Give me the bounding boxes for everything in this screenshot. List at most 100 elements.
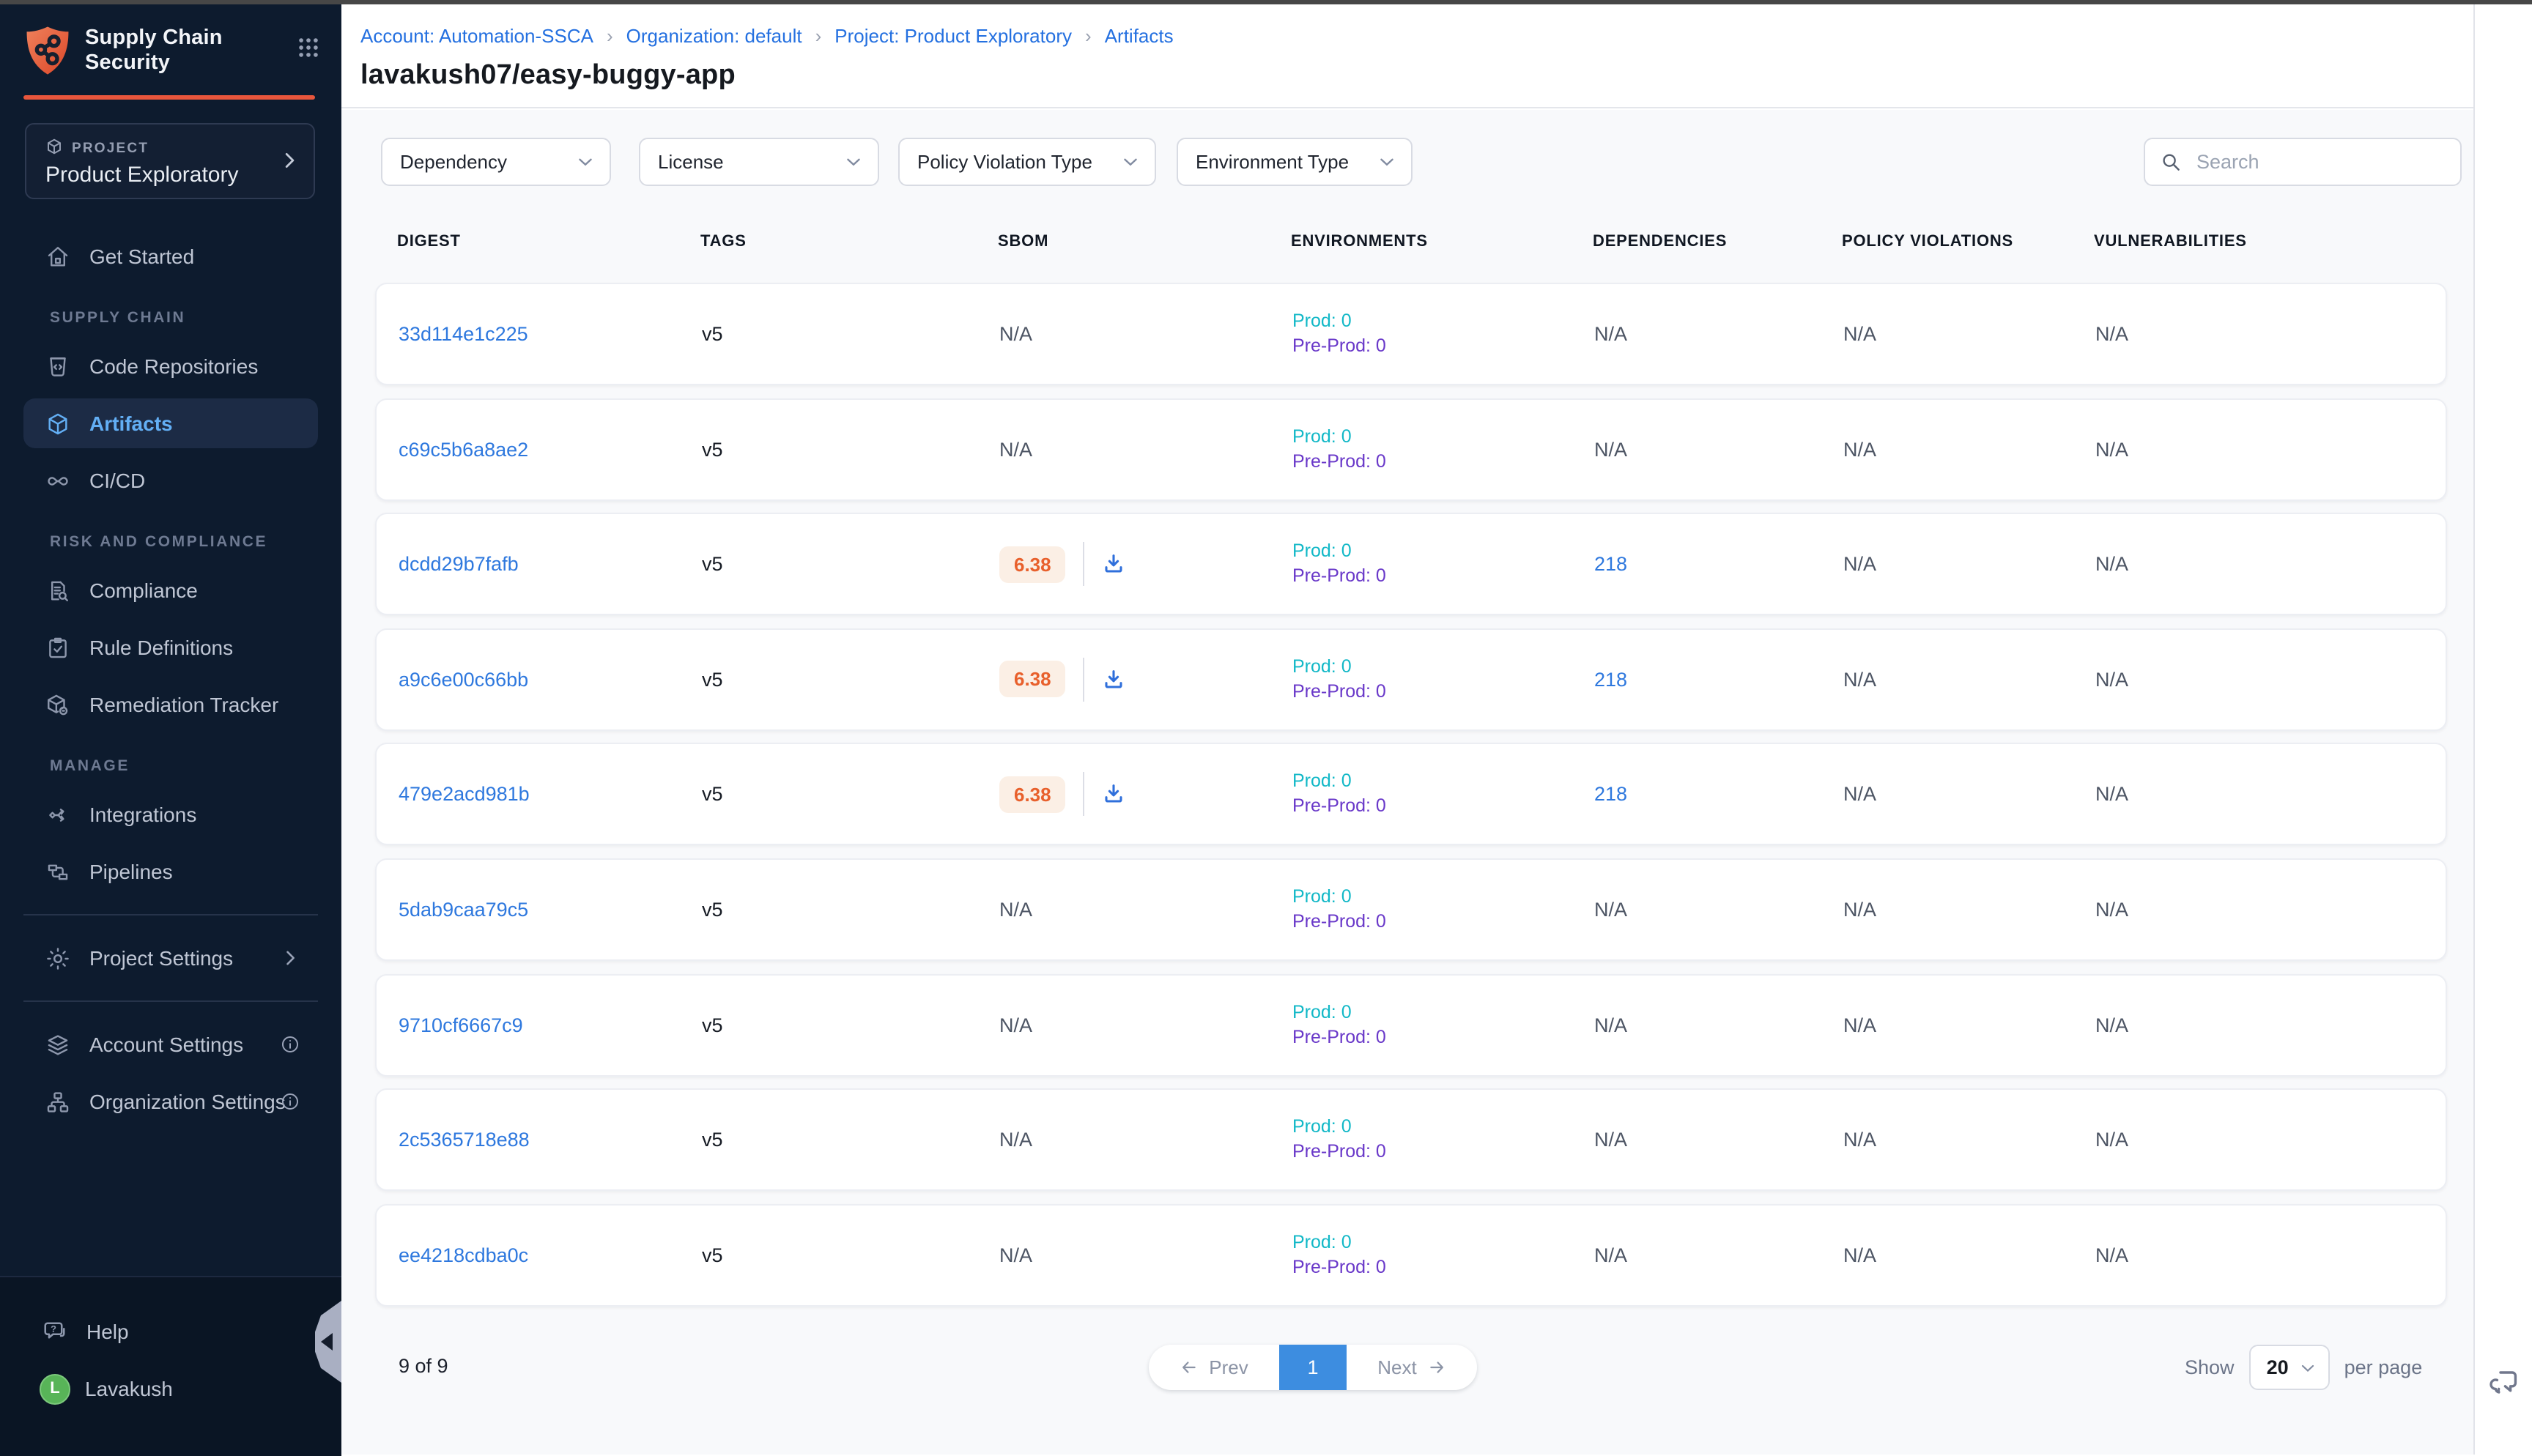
sbom-score-badge: 6.38	[999, 661, 1066, 698]
filter-license-label: License	[658, 151, 724, 173]
sidebar-item-get-started[interactable]: Get Started	[23, 231, 318, 281]
chat-bubbles-icon[interactable]	[2487, 1365, 2522, 1408]
current-page-button[interactable]: 1	[1279, 1345, 1347, 1390]
repo-icon	[45, 354, 70, 379]
table-row: 479e2acd981bv56.38Prod: 0Pre-Prod: 0218N…	[375, 743, 2447, 846]
table-row: 9710cf6667c9v5N/AProd: 0Pre-Prod: 0N/AN/…	[375, 973, 2447, 1076]
prev-page-button[interactable]: Prev	[1149, 1345, 1279, 1390]
digest-link[interactable]: 9710cf6667c9	[399, 1014, 523, 1036]
sidebar-divider	[23, 914, 318, 915]
sidebar-item-label: CI/CD	[89, 469, 145, 492]
env-prod: Prod: 0	[1292, 655, 1386, 680]
sbom-download-button[interactable]	[1103, 552, 1126, 576]
sbom-na: N/A	[999, 899, 1032, 921]
cube-icon	[45, 411, 70, 436]
digest-link[interactable]: 479e2acd981b	[399, 784, 530, 806]
breadcrumb: Account: Automation-SSCA › Organization: d…	[360, 25, 1174, 47]
breadcrumb-link-organization-default[interactable]: Organization: default	[626, 25, 802, 47]
filter-environment-type[interactable]: Environment Type	[1177, 138, 1413, 186]
tag-value: v5	[702, 323, 723, 345]
app-title: Supply ChainSecurity	[85, 26, 223, 75]
tag-value: v5	[702, 669, 723, 691]
dependencies-cell: N/A	[1594, 1244, 1627, 1266]
home-icon	[45, 244, 70, 269]
sbom-download-button[interactable]	[1103, 783, 1126, 806]
download-icon	[1103, 783, 1126, 806]
sidebar-item-pipelines[interactable]: Pipelines	[23, 847, 318, 896]
digest-link[interactable]: ee4218cdba0c	[399, 1244, 528, 1266]
sbom-score-badge: 6.38	[999, 776, 1066, 813]
breadcrumb-link-account-automation-ssca[interactable]: Account: Automation-SSCA	[360, 25, 593, 47]
dependencies-link[interactable]: 218	[1594, 669, 1627, 691]
chevron-down-icon	[2299, 1359, 2317, 1376]
sidebar-item-code-repositories[interactable]: Code Repositories	[23, 341, 318, 391]
environments-cell: Prod: 0Pre-Prod: 0	[1292, 770, 1386, 820]
window-top-bar	[0, 0, 2532, 4]
sidebar-item-artifacts[interactable]: Artifacts	[23, 398, 318, 448]
dependencies-link[interactable]: 218	[1594, 553, 1627, 575]
sidebar-item-organization-settings[interactable]: Organization Settings	[23, 1077, 318, 1126]
sidebar-item-ci-cd[interactable]: CI/CD	[23, 456, 318, 505]
environments-cell: Prod: 0Pre-Prod: 0	[1292, 1000, 1386, 1050]
digest-link[interactable]: dcdd29b7fafb	[399, 553, 519, 575]
sidebar-item-label: Compliance	[89, 579, 198, 602]
chevron-right-icon	[280, 948, 300, 968]
sidebar-item-label: Organization Settings	[89, 1090, 286, 1113]
sidebar-item-compliance[interactable]: Compliance	[23, 565, 318, 615]
sidebar-item-integrations[interactable]: Integrations	[23, 790, 318, 839]
env-prod: Prod: 0	[1292, 539, 1386, 564]
help-chat-icon: ?	[42, 1318, 69, 1345]
sbom-na: N/A	[999, 323, 1032, 345]
policy-violations-value: N/A	[1843, 1129, 1876, 1151]
env-preprod: Pre-Prod: 0	[1292, 910, 1386, 935]
sidebar-item-rule-definitions[interactable]: Rule Definitions	[23, 623, 318, 672]
app-switcher-grid-icon[interactable]	[296, 34, 321, 67]
digest-link[interactable]: 2c5365718e88	[399, 1129, 530, 1151]
column-header-policy-violations: POLICY VIOLATIONS	[1842, 233, 2013, 250]
digest-link[interactable]: 33d114e1c225	[399, 323, 528, 345]
digest-link[interactable]: a9c6e00c66bb	[399, 669, 528, 691]
per-page-select[interactable]: 20	[2249, 1345, 2330, 1390]
policy-violations-value: N/A	[1843, 1014, 1876, 1036]
sbom-download-button[interactable]	[1103, 668, 1126, 691]
table-row: c69c5b6a8ae2v5N/AProd: 0Pre-Prod: 0N/AN/…	[375, 398, 2447, 500]
sbom-na: N/A	[999, 1014, 1032, 1036]
filter-dependency[interactable]: Dependency	[381, 138, 611, 186]
sbom-score-badge: 6.38	[999, 546, 1066, 582]
sbom-divider	[1084, 658, 1085, 702]
search-box	[2144, 138, 2462, 186]
sbom-na: N/A	[999, 1129, 1032, 1151]
digest-link[interactable]: 5dab9caa79c5	[399, 899, 528, 921]
tag-value: v5	[702, 553, 723, 575]
dependencies-link[interactable]: 218	[1594, 784, 1627, 806]
filter-license[interactable]: License	[639, 138, 879, 186]
policy-violations-value: N/A	[1843, 899, 1876, 921]
next-page-button[interactable]: Next	[1347, 1345, 1477, 1390]
sidebar-item-account-settings[interactable]: Account Settings	[23, 1019, 318, 1069]
project-name: Product Exploratory	[45, 163, 238, 187]
breadcrumb-link-artifacts[interactable]: Artifacts	[1105, 25, 1174, 47]
breadcrumb-separator-icon: ›	[815, 25, 822, 47]
project-selector[interactable]: PROJECT Product Exploratory	[25, 123, 315, 199]
collapse-left-triangle-icon	[321, 1333, 333, 1351]
digest-link[interactable]: c69c5b6a8ae2	[399, 438, 528, 460]
sidebar: Supply ChainSecurity PROJECT Product Exp…	[0, 4, 341, 1455]
sidebar-item-project-settings[interactable]: Project Settings	[23, 933, 318, 983]
filter-policy-violation-type[interactable]: Policy Violation Type	[898, 138, 1156, 186]
help-button[interactable]: ? Help	[23, 1310, 318, 1353]
right-margin	[2475, 4, 2532, 1455]
per-page-label: per page	[2344, 1356, 2423, 1378]
user-menu[interactable]: L Lavakush	[23, 1367, 318, 1411]
sbom-na: N/A	[999, 438, 1032, 460]
breadcrumb-link-project-product-exploratory[interactable]: Project: Product Exploratory	[834, 25, 1072, 47]
vulnerabilities-value: N/A	[2095, 899, 2128, 921]
pager: Prev 1 Next	[1149, 1345, 1477, 1390]
sidebar-item-remediation-tracker[interactable]: Remediation Tracker	[23, 680, 318, 729]
search-input[interactable]	[2194, 149, 2459, 174]
result-count: 9 of 9	[399, 1355, 448, 1377]
layers-icon	[45, 1032, 70, 1057]
dependencies-cell: N/A	[1594, 438, 1627, 460]
env-preprod: Pre-Prod: 0	[1292, 1140, 1386, 1165]
tag-value: v5	[702, 899, 723, 921]
help-label: Help	[86, 1320, 129, 1343]
